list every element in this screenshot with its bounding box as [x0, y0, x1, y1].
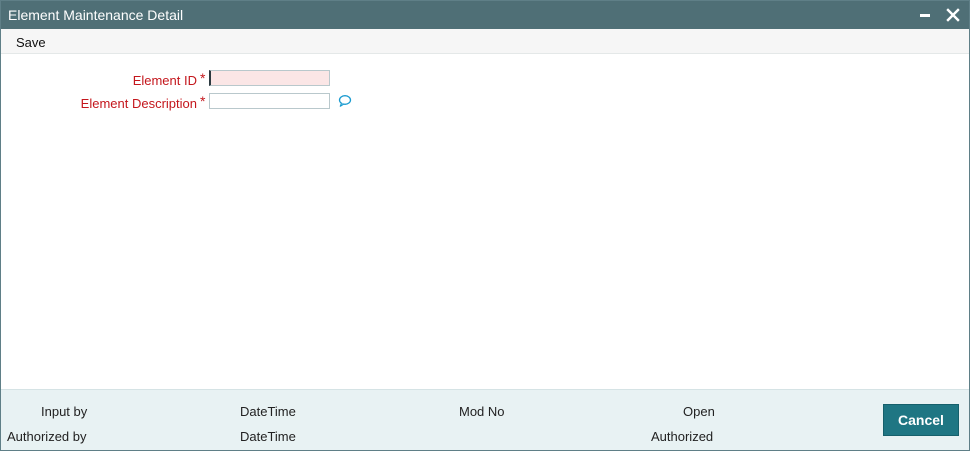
cancel-button[interactable]: Cancel	[883, 404, 959, 436]
element-maintenance-window: Element Maintenance Detail Save Element …	[0, 0, 970, 451]
datetime-label: DateTime	[240, 404, 296, 419]
required-marker: *	[200, 93, 206, 109]
audit-footer: Input by Authorized by DateTime DateTime…	[1, 389, 969, 450]
element-id-input[interactable]	[209, 70, 330, 86]
title-bar: Element Maintenance Detail	[1, 1, 969, 29]
close-button[interactable]	[943, 5, 963, 25]
minimize-button[interactable]	[915, 5, 935, 25]
element-id-label: Element ID	[132, 73, 197, 88]
comment-icon[interactable]	[338, 94, 352, 108]
open-status-label: Open	[683, 404, 715, 419]
authorized-by-label: Authorized by	[7, 429, 87, 444]
required-marker: *	[200, 70, 206, 86]
mod-no-label: Mod No	[459, 404, 505, 419]
datetime-label: DateTime	[240, 429, 296, 444]
window-title: Element Maintenance Detail	[8, 7, 184, 23]
element-description-input[interactable]	[209, 93, 330, 109]
authorized-status-label: Authorized	[651, 429, 714, 444]
minimize-icon	[920, 14, 930, 17]
save-button[interactable]: Save	[16, 35, 46, 50]
close-icon	[946, 8, 960, 22]
element-description-label: Element Description	[80, 96, 197, 111]
input-by-label: Input by	[41, 404, 88, 419]
toolbar: Save	[1, 29, 969, 54]
